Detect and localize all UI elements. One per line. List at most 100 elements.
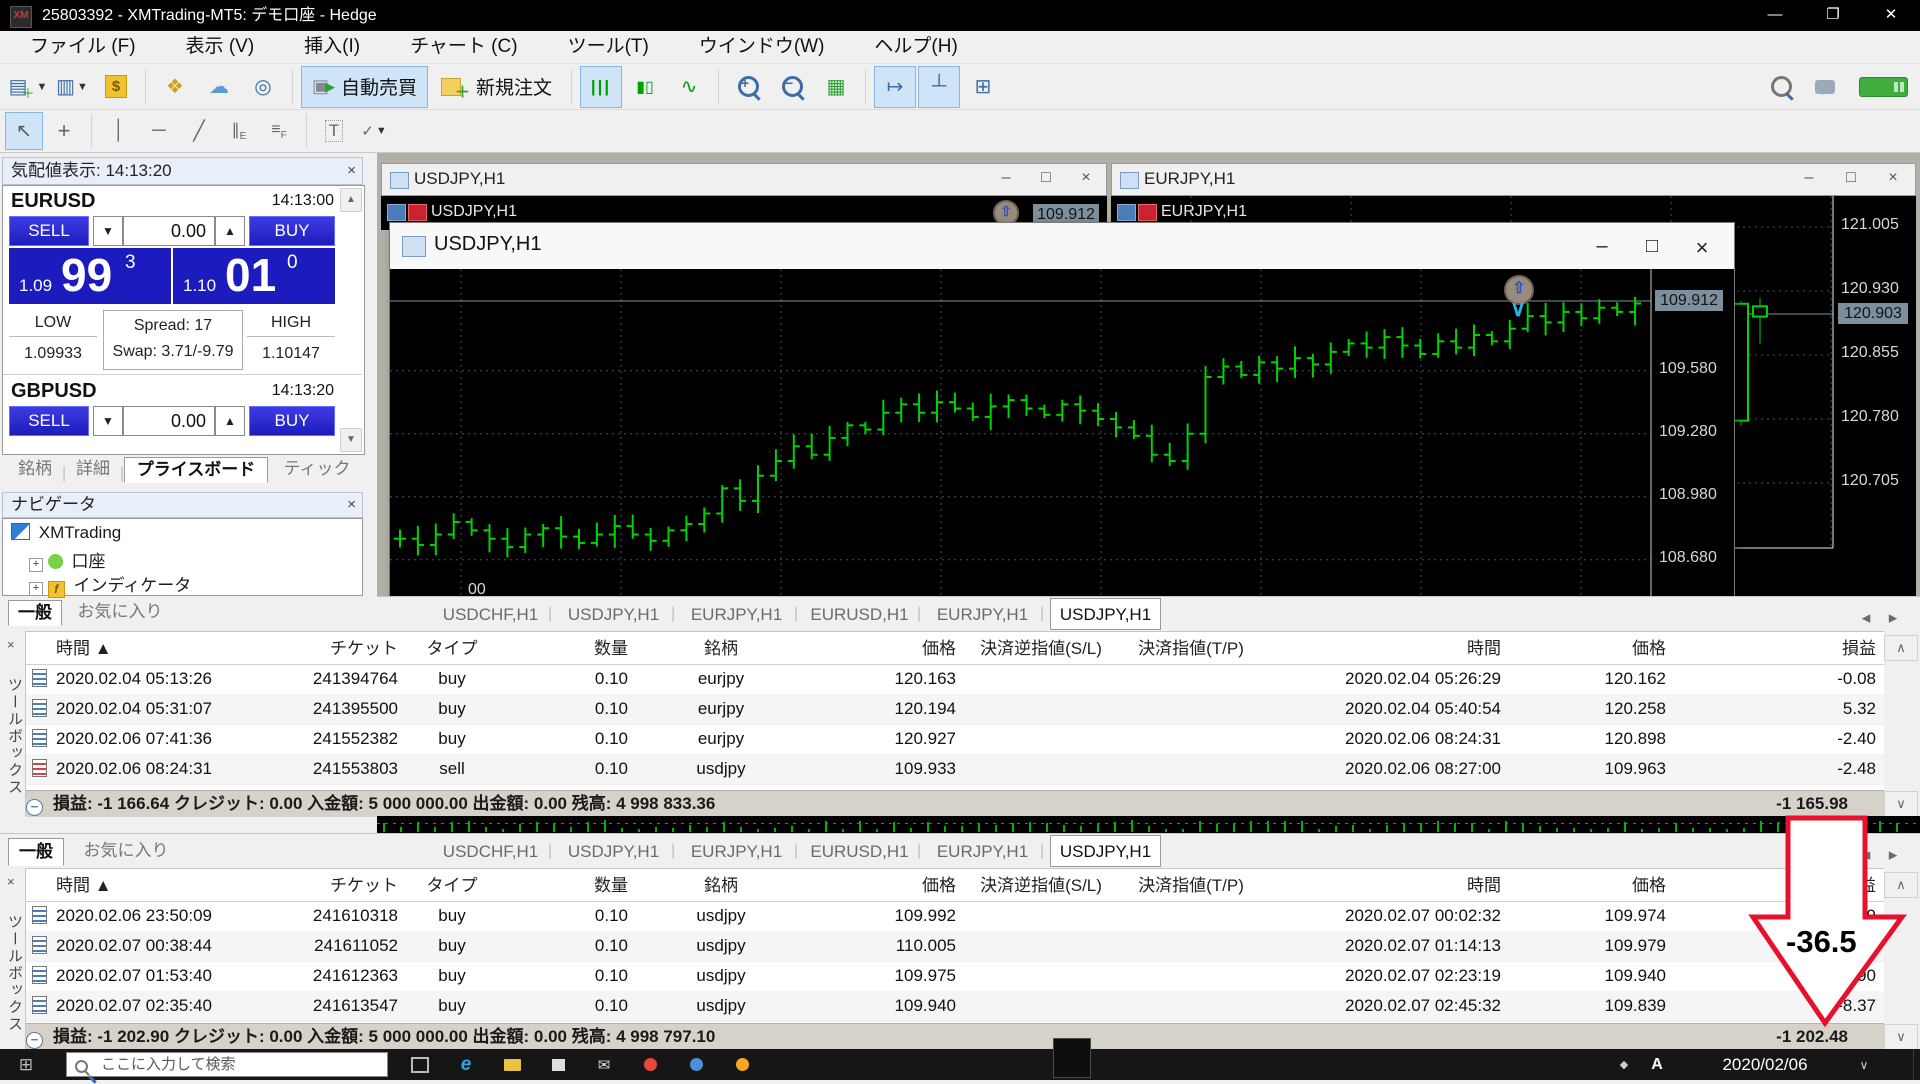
zoom-in-button[interactable]: + [727,66,769,108]
new-order-button[interactable]: ＋新規注文 [430,66,563,108]
buy-button[interactable]: BUY [249,406,335,436]
chart-canvas-usdjpy-front[interactable]: ⇧ ∨ 00 109.912109.580109.280108.980108.6… [390,269,1734,601]
column-header-ticket[interactable]: チケット [288,871,398,901]
menu-item-6[interactable]: ヘルプ(H) [858,31,973,63]
shapes-tool[interactable]: ✓▼ [355,112,393,150]
menu-item-4[interactable]: ツール(T) [552,31,665,63]
sell-button[interactable]: SELL [9,406,89,436]
collapse-icon[interactable]: − [26,1032,43,1049]
sell-button[interactable]: SELL [9,216,89,246]
expand-icon[interactable]: + [29,558,43,572]
navigator-tab-0[interactable]: 一般 [8,600,62,626]
chart-window-titlebar[interactable]: USDJPY,H1 – □ × [390,223,1734,270]
menu-item-0[interactable]: ファイル (F) [14,31,152,63]
close-button[interactable]: ✕ [1862,0,1920,31]
horizontal-line-tool[interactable]: ─ [140,112,178,150]
volume-input[interactable]: 0.00 [123,216,215,246]
volume-increase-button[interactable]: ▲ [215,216,245,246]
market-watch-tab-2[interactable]: プライスボード [124,457,268,483]
column-header-tp[interactable]: 決済指値(T/P) [1116,634,1266,664]
minimize-button[interactable]: — [1746,0,1804,31]
history-center-button[interactable]: $ [95,66,137,108]
tile-windows-button[interactable]: ▦ [815,66,857,108]
folder-icon[interactable] [492,1049,532,1080]
zoom-out-button[interactable]: − [771,66,813,108]
column-header-sl[interactable]: 決済逆指値(S/L) [976,634,1106,664]
secondary-tab-0[interactable]: 一般 [8,838,64,866]
column-header-time[interactable]: 時間 ▲ [56,871,286,901]
column-header-tp[interactable]: 決済指値(T/P) [1116,871,1266,901]
fibonacci-tool[interactable]: ≡F [260,112,298,150]
chart-tab-5[interactable]: USDJPY,H1 [1050,835,1161,867]
maximize-button[interactable]: □ [1026,169,1066,187]
chart-tab-4[interactable]: EURJPY,H1 [927,835,1038,867]
column-header-type[interactable]: タイプ [422,871,482,901]
column-header-sl[interactable]: 決済逆指値(S/L) [976,871,1106,901]
column-header-volume[interactable]: 数量 [488,871,628,901]
maximize-button[interactable]: □ [1831,169,1871,187]
cursor-tool[interactable]: ↖ [5,112,43,150]
autotrade-button[interactable]: ▣▶自動売買 [301,66,428,108]
column-header-price[interactable]: 価格 [816,634,956,664]
app-icon-orange[interactable] [722,1049,762,1080]
equidistant-channel-tool[interactable]: ∥E [220,112,258,150]
minimize-button[interactable]: – [1582,235,1622,258]
minimize-button[interactable]: – [986,169,1026,187]
task-view-icon[interactable] [400,1049,440,1080]
close-button[interactable]: × [1066,169,1106,187]
show-desktop-button[interactable] [1913,1049,1920,1080]
navigator-close-icon[interactable]: × [347,493,356,517]
column-header-time2[interactable]: 時間 [1276,634,1501,664]
menu-item-3[interactable]: チャート (C) [394,31,533,63]
scroll-down-button[interactable]: ▼ [340,428,362,452]
secondary-tab-1[interactable]: お気に入り [74,838,178,866]
journal-button[interactable]: ❖ [154,66,196,108]
chart-tab-3[interactable]: EURUSD,H1 [804,598,915,630]
column-header-price[interactable]: 価格 [816,871,956,901]
volume-decrease-button[interactable]: ▼ [93,406,123,436]
line-chart-button[interactable]: ∿ [668,66,710,108]
column-header-time[interactable]: 時間 ▲ [56,634,286,664]
table-row[interactable]: 2020.02.04 05:31:07241395500buy0.10eurjp… [26,694,1884,725]
column-header-time2[interactable]: 時間 [1276,871,1501,901]
ask-price-panel[interactable]: 1.10 01 0 [173,248,335,304]
maximize-button[interactable]: ❐ [1804,0,1862,31]
arrange-windows-button[interactable]: ⊞ [962,66,1004,108]
table-row[interactable]: 2020.02.07 01:53:40241612363buy0.10usdjp… [26,961,1884,992]
scroll-up-button[interactable]: ▲ [340,188,362,212]
market-watch-header[interactable]: 気配値表示: 14:13:20 × [2,157,363,185]
text-tool[interactable]: T [315,112,353,150]
column-header-profit[interactable]: 損益 [1676,634,1876,664]
column-header-type[interactable]: タイプ [422,634,482,664]
chart-tab-1[interactable]: USDJPY,H1 [558,598,669,630]
scroll-up-button[interactable]: ∧ [1884,635,1918,661]
navigator-header[interactable]: ナビゲータ × [2,492,363,518]
chart-profiles-button[interactable]: ▥▼ [51,66,93,108]
column-header-volume[interactable]: 数量 [488,634,628,664]
collapse-icon[interactable]: − [26,799,43,816]
broadcast-button[interactable]: ◎ [242,66,284,108]
candlestick-button[interactable]: ▮▯ [624,66,666,108]
table-row[interactable]: 2020.02.06 07:41:36241552382buy0.10eurjp… [26,724,1884,755]
chart-tab-5[interactable]: USDJPY,H1 [1050,598,1161,630]
taskbar-app-thumbnail[interactable] [1053,1038,1091,1078]
tray-diamond-icon[interactable]: ◆ [1612,1049,1636,1080]
column-header-price2[interactable]: 価格 [1516,871,1666,901]
close-button[interactable]: × [1873,169,1913,187]
tray-chevron-icon[interactable]: ∨ [1852,1049,1876,1080]
close-button[interactable]: × [1682,235,1722,261]
tabs-scroll-right[interactable]: ▸ [1882,601,1904,634]
chart-tab-4[interactable]: EURJPY,H1 [927,598,1038,630]
tree-item-accounts[interactable]: + 口座 [29,547,105,572]
column-header-symbol[interactable]: 銘柄 [666,871,776,901]
shift-end-button[interactable]: ↦ [874,66,916,108]
market-watch-close-icon[interactable]: × [347,158,356,184]
volume-input[interactable]: 0.00 [123,406,215,436]
table-row[interactable]: 2020.02.06 23:50:09241610318buy0.10usdjp… [26,901,1884,932]
expand-icon[interactable]: + [29,582,43,596]
buy-button[interactable]: BUY [249,216,335,246]
menu-item-5[interactable]: ウインドウ(W) [683,31,841,63]
auto-scroll-button[interactable]: ┴ [918,66,960,108]
volume-increase-button[interactable]: ▲ [215,406,245,436]
chart-tab-1[interactable]: USDJPY,H1 [558,835,669,867]
